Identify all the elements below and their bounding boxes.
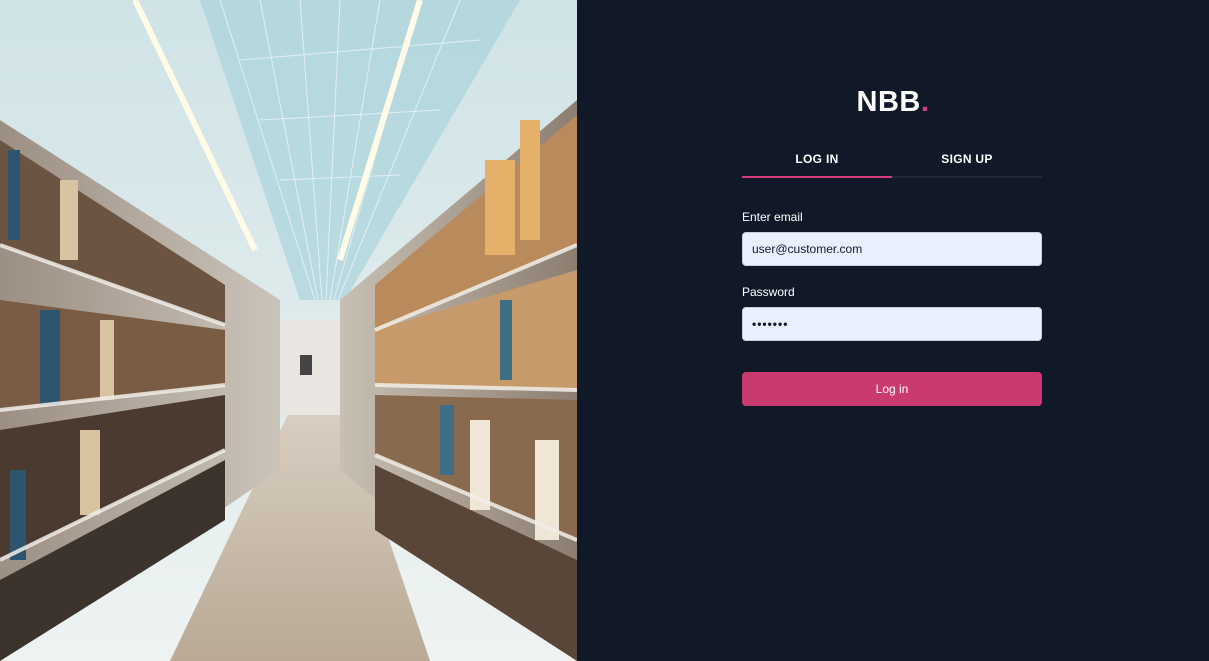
tab-log-in[interactable]: LOG IN	[742, 146, 892, 178]
email-field[interactable]	[742, 232, 1042, 266]
email-label: Enter email	[742, 210, 803, 224]
password-field[interactable]	[742, 307, 1042, 341]
login-panel: NBB. LOG IN SIGN UP Enter email Password…	[577, 0, 1209, 661]
login-page: NBB. LOG IN SIGN UP Enter email Password…	[0, 0, 1209, 661]
log-in-button[interactable]: Log in	[742, 372, 1042, 406]
brand-logo: NBB.	[577, 86, 1209, 119]
library-aisle-illustration	[0, 0, 577, 661]
auth-tabs: LOG IN SIGN UP	[742, 146, 1042, 178]
library-photo	[0, 0, 577, 661]
brand-dot: .	[920, 86, 930, 118]
password-label: Password	[742, 285, 795, 299]
brand-name: NBB	[856, 86, 921, 118]
tab-sign-up[interactable]: SIGN UP	[892, 146, 1042, 176]
